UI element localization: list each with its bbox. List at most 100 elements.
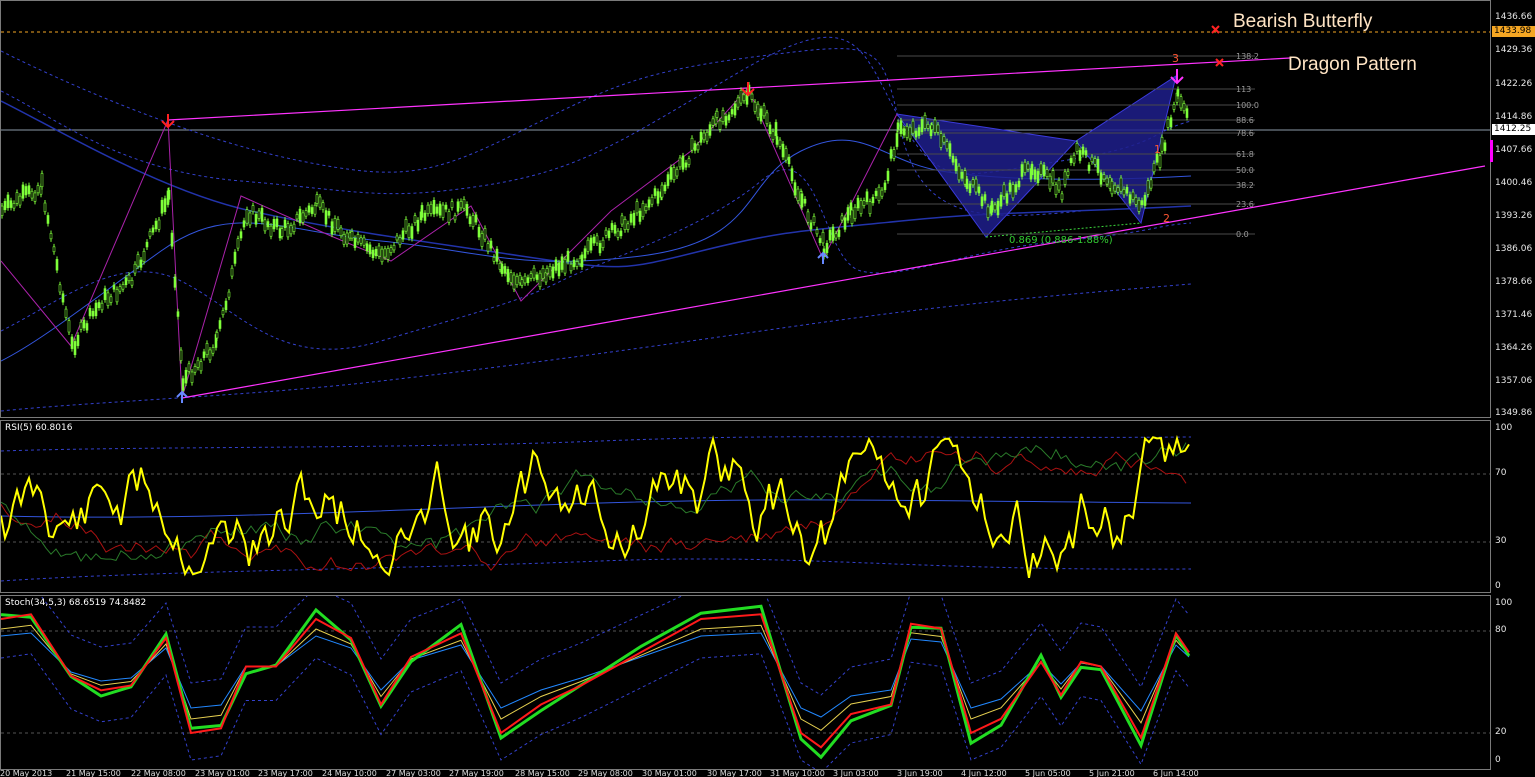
- candle-body: [362, 237, 366, 246]
- candle-body: [251, 205, 255, 212]
- candle-body: [310, 207, 314, 214]
- candle-body: [635, 201, 639, 214]
- candle-body: [371, 249, 375, 258]
- candle-body: [275, 218, 279, 228]
- candle-body: [438, 203, 442, 216]
- candle-body: [506, 269, 510, 282]
- candle-body: [1023, 161, 1027, 173]
- candle-body: [850, 209, 854, 224]
- candle-body: [996, 200, 1000, 216]
- candle-body: [301, 212, 305, 223]
- candle-body: [895, 133, 899, 147]
- candle-body: [429, 203, 433, 214]
- candle-body: [324, 210, 328, 225]
- fib-level-label: 78.6: [1236, 129, 1254, 138]
- candle-body: [1030, 163, 1034, 176]
- candle-body: [939, 133, 943, 148]
- candle-body: [730, 109, 734, 115]
- candle-body: [896, 122, 900, 130]
- candle-body: [46, 215, 50, 224]
- fib-level-label: 100.0: [1236, 101, 1259, 110]
- candle-body: [899, 120, 903, 134]
- candle-body: [1048, 175, 1052, 190]
- candle-body: [407, 225, 411, 238]
- candle-body: [768, 124, 772, 135]
- candle-body: [954, 158, 958, 172]
- candle-body: [986, 206, 990, 218]
- candle-body: [871, 196, 875, 204]
- candle-body: [690, 137, 694, 151]
- candle-body: [130, 280, 134, 286]
- down-arrow-icon: [161, 114, 175, 129]
- candle-body: [139, 259, 143, 268]
- candle-body: [575, 261, 579, 267]
- candle-body: [619, 230, 623, 237]
- candle-body: [669, 167, 673, 180]
- time-tick: 3 Jun 19:00: [897, 770, 943, 777]
- candle-body: [450, 201, 454, 208]
- candle-body: [586, 239, 590, 252]
- candle-body: [6, 194, 10, 209]
- price-tick: 1357.06: [1495, 376, 1533, 386]
- candle-body: [359, 237, 363, 244]
- candle-body: [88, 307, 92, 317]
- fib-level-label: 113: [1236, 85, 1251, 94]
- candle-body: [456, 201, 460, 212]
- candle-body: [569, 263, 573, 272]
- candle-body: [263, 219, 267, 232]
- price-chart-canvas: 138.2 113 100.0 88.6 78.6 61.8 50.0 38.2 23.6 0.0…: [1, 25, 1490, 412]
- point-label: 1: [1154, 143, 1161, 156]
- candle-body: [526, 277, 530, 283]
- candle-body: [76, 334, 80, 346]
- candle-body: [221, 310, 225, 316]
- candle-body: [1020, 164, 1024, 177]
- rsi-tick: 0: [1495, 581, 1501, 591]
- candle-body: [435, 206, 439, 214]
- candle-body: [856, 197, 860, 209]
- candle-body: [1169, 117, 1173, 128]
- candle-body: [806, 211, 810, 223]
- time-axis[interactable]: 20 May 2013 21 May 15:00 22 May 08:00 23 Ma…: [0, 770, 1491, 777]
- rsi-axis[interactable]: 100 70 30 0: [1491, 420, 1535, 593]
- candle-body: [902, 128, 906, 136]
- candle-body: [67, 320, 71, 333]
- candle-body: [790, 168, 794, 182]
- candle-body: [696, 144, 700, 151]
- candle-body: [892, 149, 896, 159]
- candle-body: [960, 171, 964, 179]
- candle-body: [298, 208, 302, 224]
- stoch-axis[interactable]: 100 80 20 0: [1491, 595, 1535, 770]
- candle-body: [444, 204, 448, 210]
- candle-body: [529, 273, 533, 279]
- candle-body: [1149, 179, 1153, 189]
- candle-body: [705, 131, 709, 142]
- candle-body: [846, 207, 850, 221]
- candle-body: [787, 156, 791, 165]
- candle-body: [97, 302, 101, 308]
- price-tick: 1400.46: [1495, 178, 1533, 188]
- price-axis[interactable]: 1436.66 1429.36 1422.26 1414.86 1407.66 …: [1491, 0, 1535, 418]
- candle-body: [718, 120, 722, 130]
- candle-body: [24, 186, 28, 196]
- candle-body: [1143, 194, 1147, 206]
- fib-level-label: 23.6: [1236, 200, 1254, 209]
- price-chart-pane[interactable]: 138.2 113 100.0 88.6 78.6 61.8 50.0 38.2 23.6 0.0…: [0, 0, 1491, 418]
- stochastic-indicator-pane[interactable]: Stoch(34,5,3) 68.6519 74.8482: [0, 595, 1491, 770]
- candle-body: [374, 248, 378, 257]
- candle-body: [977, 186, 981, 194]
- candle-body: [61, 293, 65, 303]
- candle-body: [423, 212, 427, 221]
- candle-body: [541, 267, 545, 279]
- candle-body: [1140, 200, 1144, 206]
- candle-body: [416, 219, 420, 232]
- candle-body: [187, 363, 191, 372]
- candle-body: [245, 209, 249, 224]
- candle-body: [945, 141, 949, 150]
- candle-body: [840, 215, 844, 221]
- candle-body: [318, 196, 322, 208]
- candle-body: [236, 238, 240, 249]
- candle-body: [321, 202, 325, 211]
- candle-body: [880, 189, 884, 197]
- rsi-indicator-pane[interactable]: RSI(5) 60.8016: [0, 420, 1491, 593]
- candle-body: [641, 203, 645, 218]
